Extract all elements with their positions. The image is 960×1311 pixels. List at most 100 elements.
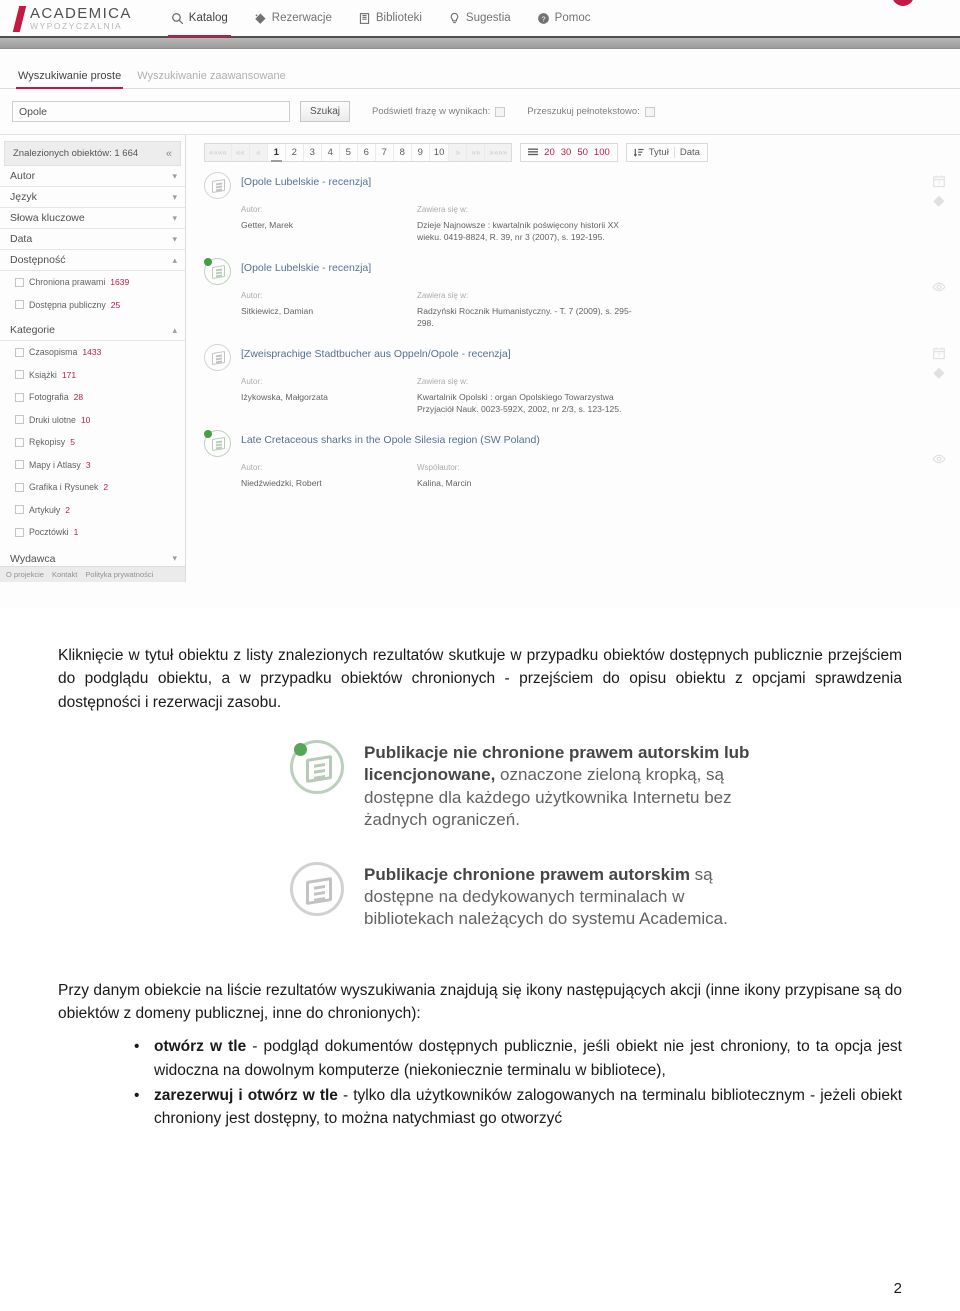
result-title[interactable]: [Opole Lubelskie - recenzja] xyxy=(241,172,371,188)
tab-simple-search[interactable]: Wyszukiwanie proste xyxy=(12,70,131,89)
intro-paragraph: Kliknięcie w tytuł obiektu z listy znale… xyxy=(58,647,902,711)
page-button-6[interactable]: 6 xyxy=(358,144,376,161)
facet-option-chroniona[interactable]: Chroniona prawami 1639 xyxy=(0,271,185,294)
calendar-question-icon[interactable]: ? xyxy=(932,174,946,188)
search-button[interactable]: Szukaj xyxy=(300,101,351,122)
facet-option-label: Czasopisma xyxy=(29,347,78,358)
result-item[interactable]: [Opole Lubelskie - recenzja] Autor: Gett… xyxy=(192,162,960,244)
brand-logo[interactable]: ACADEMICA WYPOZYCZALNIA xyxy=(12,4,132,32)
eye-icon[interactable] xyxy=(932,452,946,466)
protected-publication-icon xyxy=(204,172,231,199)
sort-by-tytul[interactable]: Tytuł xyxy=(649,147,669,158)
link-kontakt[interactable]: Kontakt xyxy=(52,570,77,579)
page-button-10[interactable]: 10 xyxy=(430,144,450,161)
checkbox[interactable] xyxy=(15,277,24,287)
facet-option-label: Dostępna publiczny xyxy=(29,299,106,310)
page-button-1[interactable]: 1 xyxy=(268,144,286,162)
facet-option-dostepna-publiczny[interactable]: Dostępna publiczny 25 xyxy=(0,294,185,317)
page-first-button[interactable]: «««« xyxy=(205,144,232,161)
result-title[interactable]: [Zweisprachige Stadtbucher aus Oppeln/Op… xyxy=(241,344,511,360)
per-page-100[interactable]: 100 xyxy=(594,147,610,158)
facet-option-druki-ulotne[interactable]: Druki ulotne 10 xyxy=(0,409,185,432)
facet-option-ksiazki[interactable]: Książki 171 xyxy=(0,364,185,387)
nav-item-sugestia[interactable]: Sugestia xyxy=(435,0,524,37)
checkbox[interactable] xyxy=(15,437,24,447)
page-prev-group-button[interactable]: «« xyxy=(231,144,250,161)
double-chevron-left-icon[interactable]: « xyxy=(166,148,172,160)
checkbox[interactable] xyxy=(15,527,24,537)
facet-dostepnosc[interactable]: Dostępność ▴ xyxy=(0,250,185,271)
legend-text-public: Publikacje nie chronione prawem autorski… xyxy=(364,740,764,832)
nav-item-biblioteki[interactable]: Biblioteki xyxy=(345,0,435,37)
page-last-button[interactable]: »»»» xyxy=(485,144,512,161)
chevron-up-icon: ▴ xyxy=(172,254,177,265)
per-page-20[interactable]: 20 xyxy=(544,147,555,158)
link-polityka-prywatnosci[interactable]: Polityka prywatności xyxy=(85,570,153,579)
nav-item-pomoc[interactable]: ? Pomoc xyxy=(524,0,604,37)
nav-item-katalog[interactable]: Katalog xyxy=(158,0,241,37)
facet-option-label: Grafika i Rysunek xyxy=(29,482,99,493)
facet-autor[interactable]: Autor ▾ xyxy=(0,166,185,187)
facet-option-grafika-i-rysunek[interactable]: Grafika i Rysunek 2 xyxy=(0,476,185,499)
calendar-question-icon[interactable]: ? xyxy=(932,346,946,360)
page-button-4[interactable]: 4 xyxy=(322,144,340,161)
result-item[interactable]: Late Cretaceous sharks in the Opole Sile… xyxy=(192,416,960,489)
checkbox[interactable] xyxy=(15,347,24,357)
nav-item-rezerwacje[interactable]: Rezerwacje xyxy=(241,0,345,37)
tag-icon[interactable] xyxy=(932,366,946,380)
page-next-button[interactable]: » xyxy=(449,144,468,161)
checkbox[interactable] xyxy=(15,415,24,425)
result-title[interactable]: [Opole Lubelskie - recenzja] xyxy=(241,258,371,274)
page-button-3[interactable]: 3 xyxy=(304,144,322,161)
highlight-phrase-option[interactable]: Podświetl frazę w wynikach: xyxy=(372,106,506,117)
page-next-group-button[interactable]: »» xyxy=(467,144,486,161)
checkbox[interactable] xyxy=(15,482,24,492)
facet-option-fotografia[interactable]: Fotografia 28 xyxy=(0,386,185,409)
link-o-projekcie[interactable]: O projekcie xyxy=(6,570,44,579)
facet-slowa-kluczowe[interactable]: Słowa kluczowe ▾ xyxy=(0,208,185,229)
facet-kategorie[interactable]: Kategorie ▴ xyxy=(0,320,185,341)
result-item[interactable]: [Opole Lubelskie - recenzja] Autor: Sitk… xyxy=(192,244,960,330)
page-button-8[interactable]: 8 xyxy=(394,144,412,161)
eye-icon[interactable] xyxy=(932,280,946,294)
tab-advanced-search[interactable]: Wyszukiwanie zaawansowane xyxy=(131,70,295,88)
facet-option-label: Pocztówki xyxy=(29,527,69,538)
fulltext-checkbox[interactable] xyxy=(644,106,655,117)
checkbox[interactable] xyxy=(15,370,24,380)
per-page-30[interactable]: 30 xyxy=(561,147,572,158)
author-block: Autor: Getter, Marek xyxy=(241,205,391,244)
protected-publication-icon xyxy=(290,861,344,916)
checkbox[interactable] xyxy=(15,460,24,470)
result-title[interactable]: Late Cretaceous sharks in the Opole Sile… xyxy=(241,430,540,446)
facet-option-count: 1433 xyxy=(82,347,102,358)
result-item[interactable]: [Zweisprachige Stadtbucher aus Oppeln/Op… xyxy=(192,330,960,416)
highlight-phrase-checkbox[interactable] xyxy=(495,106,506,117)
facet-label: Dostępność xyxy=(10,254,66,266)
chevron-down-icon: ▾ xyxy=(172,212,177,223)
search-input[interactable] xyxy=(12,101,290,122)
page-button-5[interactable]: 5 xyxy=(340,144,358,161)
facet-option-rekopisy[interactable]: Rękopisy 5 xyxy=(0,431,185,454)
facet-option-artykuly[interactable]: Artykuły 2 xyxy=(0,499,185,522)
page-prev-button[interactable]: « xyxy=(249,144,268,161)
checkbox[interactable] xyxy=(15,505,24,515)
fulltext-option[interactable]: Przeszukuj pełnotekstowo: xyxy=(527,106,655,117)
facet-label: Język xyxy=(10,191,37,203)
checkbox[interactable] xyxy=(15,392,24,402)
tag-icon[interactable] xyxy=(932,194,946,208)
facet-option-czasopisma[interactable]: Czasopisma 1433 xyxy=(0,341,185,364)
page-button-9[interactable]: 9 xyxy=(412,144,430,161)
facet-option-count: 1639 xyxy=(110,277,130,288)
facet-option-label: Fotografia xyxy=(29,392,69,403)
facet-jezyk[interactable]: Język ▾ xyxy=(0,187,185,208)
facet-option-mapy-i-atlasy[interactable]: Mapy i Atlasy 3 xyxy=(0,454,185,477)
facet-data[interactable]: Data ▾ xyxy=(0,229,185,250)
page-button-7[interactable]: 7 xyxy=(376,144,394,161)
contains-block: Zawiera się w: Kwartalnik Opolski : orga… xyxy=(417,377,632,416)
page-button-2[interactable]: 2 xyxy=(286,144,304,161)
per-page-50[interactable]: 50 xyxy=(577,147,588,158)
checkbox[interactable] xyxy=(15,300,24,310)
sort-by-data[interactable]: Data xyxy=(680,147,700,158)
legend-row-public: Publikacje nie chronione prawem autorski… xyxy=(58,739,902,832)
facet-option-pocztowki[interactable]: Pocztówki 1 xyxy=(0,521,185,544)
